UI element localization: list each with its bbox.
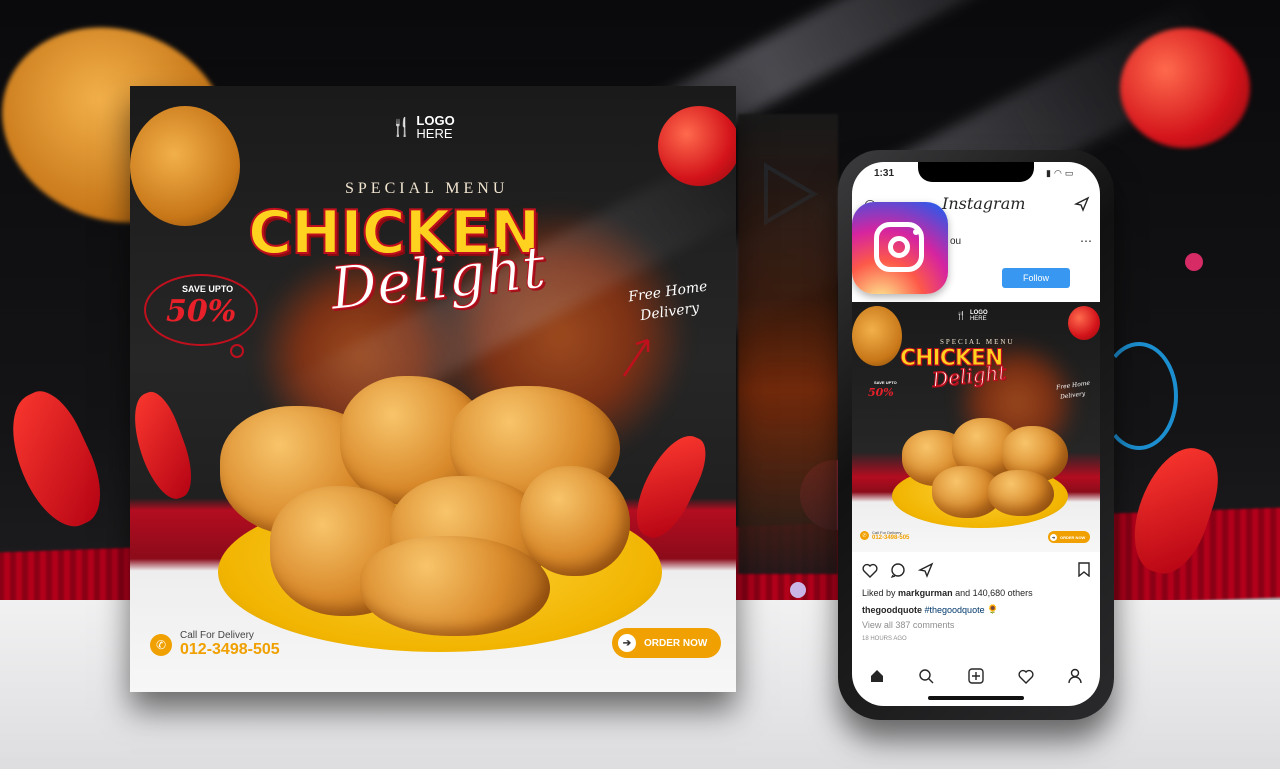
activity-heart-icon[interactable] <box>1017 669 1034 684</box>
order-now-label: ORDER NOW <box>644 637 708 649</box>
bottom-nav <box>852 668 1100 684</box>
caption-user[interactable]: thegoodquote <box>862 605 922 615</box>
call-for-delivery[interactable]: ✆ Call For Delivery 012-3498-505 <box>150 630 280 659</box>
wifi-icon: ◠ <box>1053 168 1062 178</box>
share-icon[interactable] <box>918 562 934 578</box>
profile-username: ou <box>950 236 962 247</box>
post-image: 🍴 LOGO HERE SPECIAL MENU CHICKEN Delight… <box>852 302 1100 552</box>
cloud-dot <box>230 344 244 358</box>
mini-order-label: ORDER NOW <box>1060 534 1086 540</box>
call-number: 012-3498-505 <box>180 641 280 658</box>
heart-icon[interactable] <box>862 563 878 578</box>
liked-by-user[interactable]: markgurman <box>898 588 953 598</box>
tomato-decor <box>658 106 736 186</box>
blurred-tomato <box>1120 28 1250 148</box>
profile-icon[interactable] <box>1067 668 1083 684</box>
mini-logo: 🍴 LOGO HERE <box>956 310 988 322</box>
send-icon[interactable] <box>1074 196 1090 212</box>
add-icon[interactable] <box>968 668 984 684</box>
status-time: 1:31 <box>874 168 895 179</box>
mini-save-percent: 50% <box>868 386 894 399</box>
pink-dot-decor <box>1185 253 1203 271</box>
arrow-right-icon: ➔ <box>618 634 636 652</box>
app-title: Instagram <box>942 194 1026 213</box>
special-menu-label: SPECIAL MENU <box>345 180 509 197</box>
follow-button[interactable]: Follow <box>1002 268 1070 288</box>
arrow-right-icon: ➔ <box>1050 533 1057 541</box>
home-indicator <box>928 696 1024 700</box>
logo-line2: HERE <box>416 126 453 141</box>
phone-screen: 1:31 ▮ ◠ ▭ ◎ Instagram ou ⋯ Follow <box>852 162 1100 706</box>
signal-icon: ▮ <box>1046 168 1051 178</box>
search-icon[interactable] <box>918 668 934 684</box>
phone-notch <box>918 162 1034 182</box>
save-upto-label: SAVE UPTO <box>182 284 234 294</box>
lilac-dot-decor <box>790 582 806 598</box>
status-icons: ▮ ◠ ▭ <box>1046 168 1073 179</box>
brand-logo: 🍴 LOGO HERE <box>390 114 455 140</box>
iphone-mockup: 1:31 ▮ ◠ ▭ ◎ Instagram ou ⋯ Follow <box>838 150 1114 720</box>
chicken-wing-decor <box>852 306 902 366</box>
post-actions <box>862 562 934 578</box>
liked-by-suffix: and 140,680 others <box>955 588 1033 598</box>
call-label: Call For Delivery <box>180 630 254 641</box>
fork-knife-icon: 🍴 <box>956 311 966 320</box>
mini-call-number: 012-3498-505 <box>872 535 910 541</box>
chicken-wing-decor <box>130 106 240 226</box>
arrow-decor-icon <box>622 338 650 377</box>
order-now-button[interactable]: ➔ ORDER NOW <box>612 628 722 658</box>
liked-by-text: Liked by markgurman and 140,680 others <box>862 588 1033 598</box>
chili-pepper <box>0 381 117 539</box>
phone-icon: ✆ <box>150 633 172 656</box>
battery-icon: ▭ <box>1064 168 1074 178</box>
bookmark-icon[interactable] <box>1078 562 1090 577</box>
mini-logo-line2: HERE <box>969 316 987 322</box>
instagram-icon <box>852 202 948 294</box>
caption-hashtag[interactable]: #thegoodquote <box>925 605 985 615</box>
more-icon[interactable]: ⋯ <box>1080 234 1092 248</box>
comment-icon[interactable] <box>890 562 906 578</box>
caption: thegoodquote #thegoodquote 🌻 <box>862 604 998 615</box>
chili-pepper <box>130 386 202 506</box>
tomato-decor <box>1068 306 1100 340</box>
save-percent: 50% <box>166 294 237 329</box>
mini-call: ✆ Call For Delivery 012-3498-505 <box>860 530 909 541</box>
mini-save-label: SAVE UPTO <box>874 380 897 385</box>
phone-icon: ✆ <box>860 531 869 540</box>
view-comments-link[interactable]: View all 387 comments <box>862 620 954 630</box>
liked-by-prefix: Liked by <box>862 588 896 598</box>
background-poster-edge <box>738 114 838 574</box>
mini-order-button: ➔ ORDER NOW <box>1048 531 1091 543</box>
post-time: 18 HOURS AGO <box>862 636 907 642</box>
promo-scene: 🍴 LOGO HERE SPECIAL MENU CHICKEN Delight… <box>0 0 1280 769</box>
mini-special-menu: SPECIAL MENU <box>940 338 1015 346</box>
fork-knife-icon: 🍴 <box>390 116 413 137</box>
home-icon[interactable] <box>869 668 885 684</box>
chili-pepper <box>625 426 715 546</box>
sunflower-emoji-icon: 🌻 <box>987 604 999 614</box>
promo-poster: 🍴 LOGO HERE SPECIAL MENU CHICKEN Delight… <box>130 86 736 692</box>
